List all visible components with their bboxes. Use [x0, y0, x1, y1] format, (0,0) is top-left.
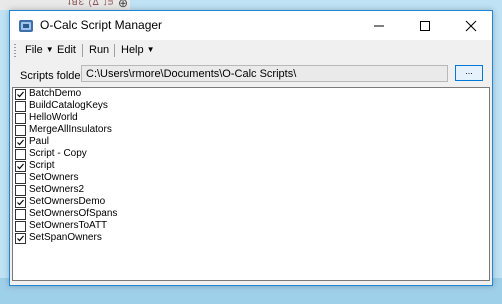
- script-checkbox[interactable]: [15, 101, 26, 112]
- menu-edit[interactable]: Edit: [57, 44, 76, 56]
- toolbar-grip[interactable]: [14, 44, 16, 57]
- scripts-folder-field[interactable]: [81, 65, 448, 82]
- script-checkbox[interactable]: [15, 113, 26, 124]
- script-list-item[interactable]: SetOwnersDemo: [13, 196, 489, 208]
- script-name: SetOwners2: [29, 184, 85, 195]
- script-checkbox[interactable]: [15, 161, 26, 172]
- script-name: HelloWorld: [29, 112, 78, 123]
- script-list-item[interactable]: HelloWorld: [13, 112, 489, 124]
- checkmark-icon: [17, 235, 24, 242]
- checkmark-icon: [17, 91, 24, 98]
- menu-bar: File ▼ Edit Run Help ▼: [10, 40, 492, 60]
- script-checkbox[interactable]: [15, 137, 26, 148]
- close-icon: [465, 20, 477, 32]
- checkmark-icon: [17, 163, 24, 170]
- menu-run[interactable]: Run: [89, 44, 109, 56]
- script-name: SetOwnersOfSpans: [29, 208, 118, 219]
- menu-help[interactable]: Help ▼: [121, 44, 155, 56]
- minimize-button[interactable]: [356, 11, 402, 40]
- script-list-item[interactable]: SetSpanOwners: [13, 232, 489, 244]
- script-list-item[interactable]: BatchDemo: [13, 88, 489, 100]
- script-checkbox[interactable]: [15, 185, 26, 196]
- script-list-item[interactable]: SetOwnersOfSpans: [13, 208, 489, 220]
- script-checkbox[interactable]: [15, 89, 26, 100]
- script-list-item[interactable]: SetOwnersToATT: [13, 220, 489, 232]
- script-name: MergeAllInsulators: [29, 124, 112, 135]
- menu-separator: [82, 44, 83, 57]
- script-list-item[interactable]: SetOwners2: [13, 184, 489, 196]
- window-title: O-Calc Script Manager: [40, 18, 163, 32]
- menu-file[interactable]: File ▼: [25, 44, 54, 56]
- script-list-item[interactable]: Paul: [13, 136, 489, 148]
- script-name: SetOwnersToATT: [29, 220, 108, 231]
- checkmark-icon: [17, 139, 24, 146]
- script-checkbox[interactable]: [15, 125, 26, 136]
- browse-folder-button[interactable]: ...: [455, 65, 483, 81]
- script-list-item[interactable]: BuildCatalogKeys: [13, 100, 489, 112]
- background-scale-text: ʇꓭƐ (ᐃ ˩ᴝ: [68, 0, 115, 7]
- script-checkbox[interactable]: [15, 173, 26, 184]
- scripts-checklist[interactable]: BatchDemo BuildCatalogKeys HelloWorld Merge…: [12, 87, 490, 281]
- script-list-item[interactable]: MergeAllInsulators: [13, 124, 489, 136]
- script-list-item[interactable]: SetOwners: [13, 172, 489, 184]
- script-list-item[interactable]: Script: [13, 160, 489, 172]
- close-button[interactable]: [448, 11, 494, 40]
- script-name: Script - Copy: [29, 148, 87, 159]
- script-name: SetOwners: [29, 172, 79, 183]
- script-name: SetSpanOwners: [29, 232, 102, 243]
- script-manager-window: O-Calc Script Manager File ▼ Edit Run Hel…: [9, 10, 493, 286]
- minimize-icon: [374, 25, 384, 27]
- app-icon: [19, 20, 33, 32]
- script-checkbox[interactable]: [15, 209, 26, 220]
- maximize-icon: [420, 21, 430, 31]
- script-name: Paul: [29, 136, 50, 147]
- title-bar[interactable]: O-Calc Script Manager: [10, 11, 492, 40]
- zoom-in-icon: ⊕: [118, 0, 129, 10]
- script-checkbox[interactable]: [15, 197, 26, 208]
- menu-help-label: Help: [121, 44, 144, 56]
- script-name: BuildCatalogKeys: [29, 100, 108, 111]
- script-name: Script: [29, 160, 55, 171]
- script-checkbox[interactable]: [15, 221, 26, 232]
- menu-separator: [114, 44, 115, 57]
- script-name: SetOwnersDemo: [29, 196, 106, 207]
- caret-down-icon: ▼: [146, 45, 155, 54]
- background-window-strip: ʇꓭƐ (ᐃ ˩ᴝ ⊕: [0, 0, 130, 10]
- maximize-button[interactable]: [402, 11, 448, 40]
- menu-file-label: File: [25, 44, 43, 56]
- checkmark-icon: [17, 199, 24, 206]
- script-checkbox[interactable]: [15, 149, 26, 160]
- script-checkbox[interactable]: [15, 233, 26, 244]
- script-name: BatchDemo: [29, 88, 82, 99]
- script-list-item[interactable]: Script - Copy: [13, 148, 489, 160]
- caret-down-icon: ▼: [45, 45, 54, 54]
- scripts-folder-label: Scripts folder:: [20, 70, 88, 82]
